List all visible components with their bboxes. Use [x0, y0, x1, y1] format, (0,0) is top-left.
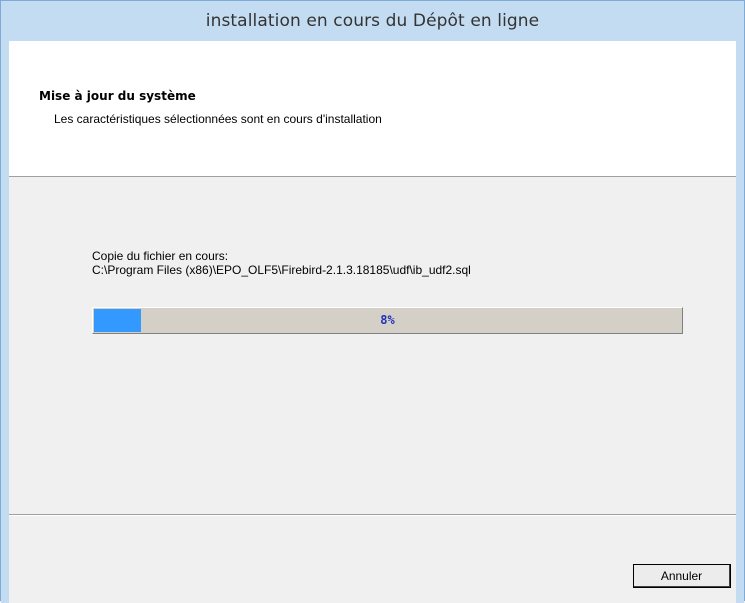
current-file-path: C:\Program Files (x86)\EPO_OLF5\Firebird… [92, 263, 471, 277]
cancel-button-label: Annuler [660, 568, 703, 583]
step-title: Mise à jour du système [39, 89, 196, 103]
footer-divider [9, 514, 736, 516]
window-frame-left [1, 41, 9, 603]
window-frame-right [736, 41, 744, 603]
installer-window: installation en cours du Dépôt en ligne … [0, 0, 745, 603]
cancel-button[interactable]: Annuler [633, 564, 731, 588]
progress-panel: Copie du fichier en cours: C:\Program Fi… [9, 177, 736, 514]
step-description: Les caractéristiques sélectionnées sont … [54, 112, 382, 126]
window-title: installation en cours du Dépôt en ligne [205, 11, 540, 31]
copy-status-label: Copie du fichier en cours: [92, 249, 229, 263]
header-panel: Mise à jour du système Les caractéristiq… [9, 41, 736, 177]
progress-percent-text: 8% [380, 313, 395, 327]
progress-bar: 8% [92, 307, 683, 334]
title-bar[interactable]: installation en cours du Dépôt en ligne [1, 1, 744, 41]
